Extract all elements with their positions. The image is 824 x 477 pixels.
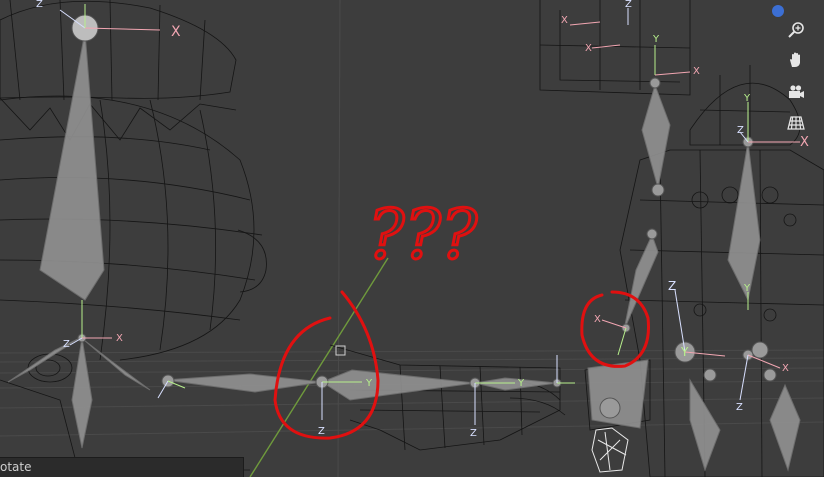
question-marks: ??? — [368, 196, 478, 275]
bone-spine-down — [71, 337, 93, 449]
svg-text:X: X — [585, 43, 592, 54]
svg-text:X: X — [116, 333, 123, 344]
camera-view-icon — [789, 85, 804, 98]
bone-hand — [474, 377, 558, 391]
zoom-button[interactable] — [787, 21, 813, 47]
bone-upper-arm — [164, 373, 323, 393]
bone-top-right — [641, 83, 671, 189]
svg-text:Z: Z — [63, 339, 70, 350]
bone-lower-right-2 — [769, 383, 801, 472]
navigation-gizmo-dot[interactable] — [772, 5, 784, 17]
svg-text:Y: Y — [652, 34, 660, 45]
red-circle-right — [580, 290, 651, 368]
svg-text:Y: Y — [365, 378, 373, 389]
svg-text:Y: Y — [743, 283, 751, 294]
svg-text:X: X — [693, 66, 700, 77]
camera-view-button[interactable] — [787, 83, 813, 109]
svg-text:Z: Z — [318, 426, 325, 437]
hand-pan-icon — [790, 52, 800, 67]
svg-text:X: X — [171, 24, 181, 40]
bone-hand-right — [587, 359, 649, 429]
svg-text:Z: Z — [36, 0, 43, 10]
svg-text:Y: Y — [743, 93, 751, 104]
svg-text:X: X — [594, 314, 601, 325]
svg-text:Z: Z — [668, 279, 676, 293]
bone-neck-right — [727, 141, 761, 302]
svg-text:Z: Z — [625, 0, 632, 10]
svg-text:Y: Y — [517, 378, 525, 389]
bone-head — [39, 31, 105, 301]
red-circle-left — [273, 290, 380, 440]
svg-text:X: X — [561, 15, 568, 26]
pan-button[interactable] — [787, 51, 813, 77]
ortho-toggle-button[interactable] — [787, 114, 813, 140]
zoom-in-icon — [788, 22, 804, 38]
bone-shoulder-right — [623, 233, 659, 331]
bone-hair-right — [83, 339, 151, 391]
y-axis-line — [249, 257, 389, 477]
3d-viewport[interactable]: Z X X Z Z Y Z Y X X Z X Y Y Z X X Z Y X … — [0, 0, 824, 477]
svg-text:Z: Z — [737, 125, 744, 136]
small-mesh-object — [591, 427, 629, 473]
ortho-grid-icon — [787, 116, 805, 130]
bone-lower-right — [689, 378, 721, 472]
status-hint-rotate: otate — [0, 457, 244, 477]
svg-text:X: X — [782, 363, 789, 374]
viewport-canvas[interactable]: Z X X Z Z Y Z Y X X Z X Y Y Z X X Z Y X … — [0, 0, 824, 477]
svg-text:Y: Y — [680, 345, 689, 359]
svg-text:Z: Z — [736, 402, 743, 413]
bone-forearm — [320, 369, 476, 401]
svg-text:Z: Z — [470, 428, 477, 439]
